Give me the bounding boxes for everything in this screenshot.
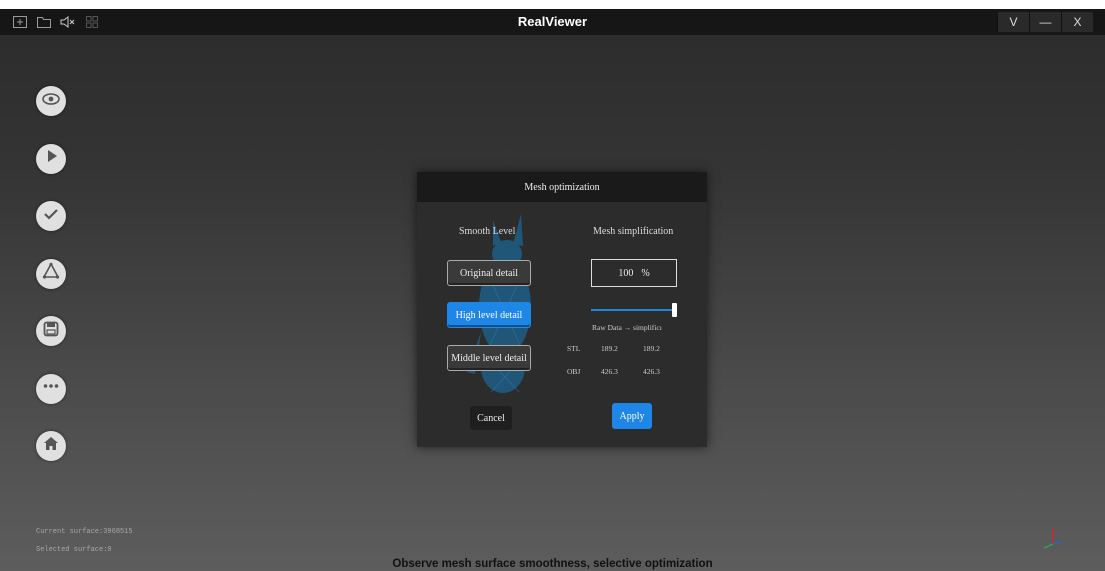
apply-button[interactable]: Apply — [612, 403, 652, 429]
stl-raw-value: 189.2 — [601, 344, 618, 353]
menu-button[interactable]: V — [997, 12, 1029, 32]
check-button[interactable] — [36, 201, 66, 231]
stl-simplified-value: 189.2 — [643, 344, 660, 353]
dialog-title: Mesh optimization — [417, 172, 707, 202]
slider-handle[interactable] — [672, 303, 677, 317]
cancel-button[interactable]: Cancel — [470, 406, 512, 430]
home-button[interactable] — [36, 431, 66, 461]
save-icon — [41, 319, 61, 344]
more-button[interactable] — [36, 373, 66, 404]
close-button[interactable]: X — [1061, 12, 1093, 32]
high-level-detail-button[interactable]: High level detail — [447, 302, 531, 328]
selected-surface-text: Selected surface:0 — [36, 546, 112, 554]
row-label-obj: OBJ — [567, 367, 581, 376]
mesh-optimization-dialog: Mesh optimization Smooth Level Mesh simp… — [417, 172, 707, 447]
caption: Observe mesh surface smoothness, selecti… — [392, 558, 713, 570]
minimize-button[interactable]: — — [1029, 12, 1061, 32]
more-icon — [41, 376, 61, 401]
eye-icon — [41, 89, 61, 114]
axis-gizmo-icon — [1043, 528, 1063, 549]
save-button[interactable] — [36, 316, 66, 346]
table-header: Raw Data → simplificı — [592, 323, 662, 332]
play-icon — [41, 146, 61, 171]
mesh-simplification-heading: Mesh simplification — [593, 226, 674, 237]
mesh-button[interactable] — [36, 258, 66, 289]
original-detail-button[interactable]: Original detail — [447, 260, 531, 286]
title-bar: RealViewer V — X — [0, 9, 1105, 35]
mesh-icon — [41, 261, 61, 286]
simplification-percent-field[interactable]: 100 % — [591, 259, 677, 287]
percent-unit: % — [641, 267, 650, 279]
obj-raw-value: 426.3 — [601, 367, 618, 376]
app-title: RealViewer — [517, 14, 588, 29]
check-icon — [41, 204, 61, 229]
top-strip — [0, 0, 1105, 9]
simplification-slider[interactable] — [591, 303, 677, 317]
smooth-level-heading: Smooth Level — [459, 226, 516, 237]
sidebar — [36, 86, 66, 489]
obj-simplified-value: 426.3 — [643, 367, 660, 376]
view-button[interactable] — [36, 86, 66, 116]
home-icon — [41, 434, 61, 459]
simplification-value: 100 — [618, 267, 634, 279]
middle-level-detail-button[interactable]: Middle level detail — [447, 345, 531, 371]
current-surface-text: Current surface:3968515 — [36, 528, 133, 536]
row-label-stl: STL — [567, 344, 581, 353]
play-button[interactable] — [36, 143, 66, 174]
